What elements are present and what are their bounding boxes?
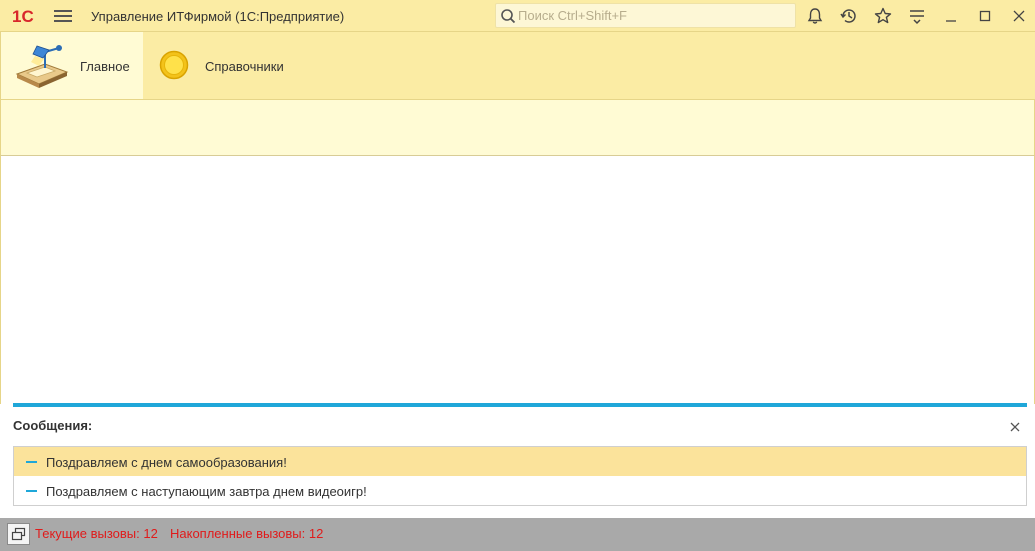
- status-bar: Текущие вызовы: 12 Накопленные вызовы: 1…: [0, 518, 1035, 551]
- sections-panel: Главное Справочники: [0, 32, 1035, 100]
- maximize-icon[interactable]: [975, 6, 995, 26]
- 1c-logo-text: 1С: [12, 7, 34, 25]
- message-text: Поздравляем с днем самообразования!: [46, 455, 287, 470]
- search-box[interactable]: [495, 3, 796, 28]
- close-icon[interactable]: [1009, 6, 1029, 26]
- section-main-label: Главное: [80, 59, 130, 74]
- current-calls-text: Текущие вызовы: 12: [35, 526, 158, 541]
- yellow-circle-icon: [159, 50, 189, 80]
- messages-divider[interactable]: [13, 403, 1027, 407]
- 1c-logo: 1С: [12, 7, 34, 25]
- bell-icon[interactable]: [805, 6, 825, 26]
- workspace: [0, 156, 1035, 404]
- main-menu-icon[interactable]: [54, 8, 72, 24]
- accumulated-calls-text: Накопленные вызовы: 12: [170, 526, 324, 541]
- minimize-icon[interactable]: [941, 6, 961, 26]
- section-catalogs[interactable]: Справочники: [144, 32, 304, 99]
- search-input[interactable]: [518, 7, 788, 24]
- message-dash-icon: [26, 461, 37, 463]
- messages-list: Поздравляем с днем самообразования! Позд…: [13, 446, 1027, 506]
- search-icon: [501, 9, 516, 24]
- windows-icon: [11, 527, 26, 541]
- section-main[interactable]: Главное: [1, 32, 143, 99]
- history-icon[interactable]: [839, 6, 859, 26]
- windows-button[interactable]: [7, 523, 30, 545]
- section-catalogs-label: Справочники: [205, 59, 284, 74]
- app-title: Управление ИТФирмой (1С:Предприятие): [91, 9, 345, 24]
- settings-lines-icon[interactable]: [907, 6, 927, 26]
- functions-panel: [0, 100, 1035, 156]
- message-row[interactable]: Поздравляем с днем самообразования!: [14, 447, 1026, 476]
- messages-close-icon[interactable]: [1008, 420, 1022, 434]
- title-bar: 1С Управление ИТФирмой (1С:Предприятие): [0, 0, 1035, 32]
- star-icon[interactable]: [873, 6, 893, 26]
- messages-title: Сообщения:: [13, 418, 93, 433]
- message-text: Поздравляем с наступающим завтра днем ви…: [46, 484, 367, 499]
- message-dash-icon: [26, 490, 37, 492]
- desk-lamp-icon: [15, 45, 69, 88]
- message-row[interactable]: Поздравляем с наступающим завтра днем ви…: [14, 476, 1026, 505]
